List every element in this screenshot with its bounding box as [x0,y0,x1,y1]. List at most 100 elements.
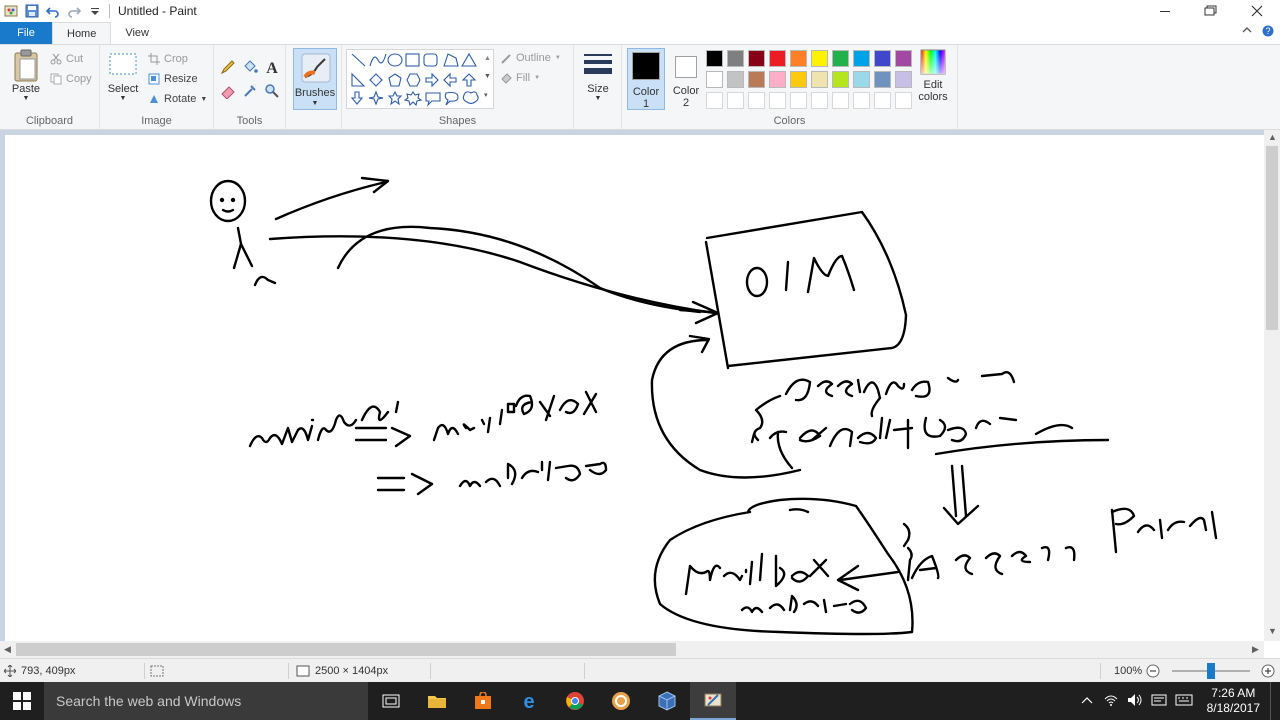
palette-swatch[interactable] [811,50,828,67]
outline-button[interactable]: Outline ▼ [500,52,561,64]
paste-button[interactable]: Paste ▼ [8,49,44,102]
palette-swatch[interactable] [853,71,870,88]
scroll-left-icon[interactable]: ◀ [4,644,11,655]
show-desktop-button[interactable] [1270,682,1280,720]
close-button[interactable] [1234,0,1280,22]
edit-colors-button[interactable]: Edit colors [913,49,953,103]
shapes-gallery-icons[interactable] [350,52,490,108]
palette-swatch[interactable] [727,71,744,88]
maximize-button[interactable] [1188,0,1234,22]
pencil-icon[interactable] [218,57,238,77]
action-center-icon[interactable] [1147,693,1171,710]
minimize-button[interactable] [1142,0,1188,22]
image-size-icon [296,665,310,677]
volume-icon[interactable] [1123,693,1147,710]
paint-taskbar-icon[interactable] [690,682,736,720]
color1-number: 1 [642,98,650,110]
palette-swatch[interactable] [895,50,912,67]
palette-swatch[interactable] [748,92,765,109]
palette-swatch[interactable] [790,50,807,67]
collapse-ribbon-icon[interactable] [1242,25,1252,35]
palette-swatch[interactable] [769,71,786,88]
crop-button[interactable]: Crop [148,53,188,65]
palette-swatch[interactable] [874,71,891,88]
palette-swatch[interactable] [874,50,891,67]
horizontal-scrollbar[interactable]: ◀ ▶ [0,641,1264,658]
brushes-button[interactable]: Brushes ▼ [293,48,337,110]
text-icon[interactable]: A [262,57,282,77]
scroll-up-icon[interactable]: ▲ [1268,132,1277,142]
edge-browser-icon[interactable]: e [506,682,552,720]
taskbar-search-box[interactable]: Search the web and Windows [44,682,368,720]
resize-button[interactable]: Resize [148,73,198,85]
taskbar-clock[interactable]: 7:26 AM 8/18/2017 [1197,686,1270,716]
shapes-expand-icon[interactable]: ▾ [484,91,488,99]
palette-swatch[interactable] [748,71,765,88]
palette-swatch[interactable] [895,92,912,109]
palette-swatch[interactable] [727,92,744,109]
zoom-out-button[interactable] [1146,659,1160,683]
vertical-scroll-thumb[interactable] [1266,146,1278,330]
fill-button[interactable]: Fill ▼ [500,72,540,84]
drawing-canvas[interactable] [5,135,1264,641]
palette-swatch[interactable] [706,92,723,109]
show-hidden-icons-icon[interactable] [1075,695,1099,707]
select-button[interactable]: Select ▼ [106,51,140,102]
color-picker-icon[interactable] [240,81,260,101]
paint-app-icon[interactable] [2,2,20,20]
task-view-icon[interactable] [368,682,414,720]
palette-swatch[interactable] [853,50,870,67]
keyboard-icon[interactable] [1171,694,1197,709]
paste-icon [14,49,38,82]
shapes-scroll-down-icon[interactable]: ▼ [484,73,491,80]
save-icon[interactable] [23,2,41,20]
palette-swatch[interactable] [874,92,891,109]
virtualbox-icon[interactable] [644,682,690,720]
shapes-scroll-up-icon[interactable]: ▲ [484,55,491,62]
fill-bucket-icon[interactable] [240,57,260,77]
customize-dropdown-icon[interactable] [86,2,104,20]
chrome-browser-icon[interactable] [552,682,598,720]
palette-swatch[interactable] [706,50,723,67]
palette-swatch[interactable] [832,92,849,109]
palette-swatch[interactable] [811,92,828,109]
tab-file[interactable]: File [0,22,52,44]
vertical-scrollbar[interactable]: ▲ ▼ [1264,130,1280,641]
palette-swatch[interactable] [790,92,807,109]
size-button[interactable]: Size ▼ [580,51,616,102]
snipping-app-icon[interactable] [598,682,644,720]
file-explorer-icon[interactable] [414,682,460,720]
cut-button[interactable]: Cut [50,53,83,65]
zoom-slider-thumb[interactable] [1207,663,1215,679]
scroll-down-icon[interactable]: ▼ [1268,626,1277,636]
color2-button[interactable]: Color 2 [667,48,705,110]
palette-swatch[interactable] [895,71,912,88]
palette-swatch[interactable] [853,92,870,109]
color1-button[interactable]: Color 1 [627,48,665,110]
network-wifi-icon[interactable] [1099,693,1123,710]
eraser-icon[interactable] [218,81,238,101]
palette-swatch[interactable] [832,50,849,67]
palette-swatch[interactable] [832,71,849,88]
palette-swatch[interactable] [748,50,765,67]
tab-home[interactable]: Home [52,22,112,44]
start-button[interactable] [0,682,44,720]
store-icon[interactable] [460,682,506,720]
magnifier-icon[interactable] [262,81,282,101]
rotate-button[interactable]: Rotate ▼ [148,93,207,105]
palette-swatch[interactable] [790,71,807,88]
redo-icon[interactable] [65,2,83,20]
zoom-out-icon [1146,664,1160,678]
copy-button[interactable]: Copy [50,73,92,85]
undo-icon[interactable] [44,2,62,20]
zoom-in-button[interactable] [1261,659,1275,683]
palette-swatch[interactable] [769,92,786,109]
palette-swatch[interactable] [769,50,786,67]
horizontal-scroll-thumb[interactable] [16,643,676,656]
palette-swatch[interactable] [706,71,723,88]
tab-view[interactable]: View [111,22,163,44]
palette-swatch[interactable] [811,71,828,88]
help-icon[interactable]: ? [1262,25,1274,37]
scroll-right-icon[interactable]: ▶ [1252,644,1259,655]
palette-swatch[interactable] [727,50,744,67]
